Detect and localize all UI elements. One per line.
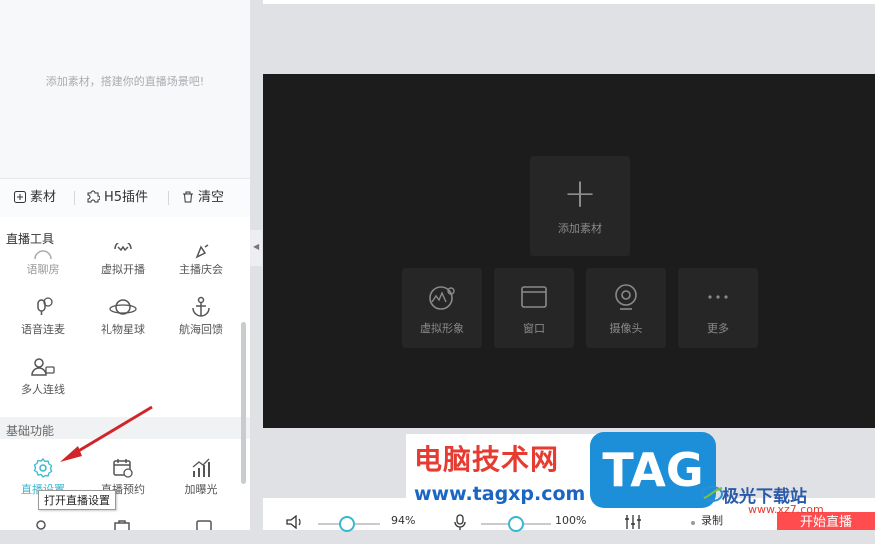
source-window[interactable]: 窗口 — [494, 268, 574, 348]
speaker-icon[interactable] — [285, 515, 305, 529]
tool-anchor-party[interactable]: 主播庆会 — [166, 243, 236, 277]
watermark-site-url: www.tagxp.com — [414, 483, 586, 505]
preview-canvas[interactable]: + 添加素材 虚拟形象 窗口 摄像头 更多 — [263, 74, 875, 428]
tool-virtual-live[interactable]: 虚拟开播 — [88, 243, 158, 277]
tool-gift-planet[interactable]: 礼物星球 — [88, 295, 158, 337]
anchor-icon — [192, 296, 210, 317]
briefcase-icon — [114, 520, 130, 530]
puzzle-icon — [87, 190, 101, 203]
gear-icon — [33, 458, 53, 478]
microphone-chat-icon — [37, 297, 53, 315]
voice-room-icon — [34, 250, 52, 259]
toolbar-divider — [168, 191, 169, 205]
tool-boost-exposure[interactable]: 加曝光 — [166, 457, 236, 497]
watermark-site-name: 电脑技术网 — [414, 443, 560, 476]
tool-voice-room[interactable]: 语聊房 — [8, 243, 78, 277]
watermark-tag-badge: TAG — [590, 432, 716, 508]
more-dots-icon — [708, 295, 728, 299]
basic-functions-title: 基础功能 — [6, 424, 55, 438]
source-camera[interactable]: 摄像头 — [586, 268, 666, 348]
h5-plugin-button[interactable]: H5插件 — [86, 179, 148, 217]
plus-icon: + — [563, 171, 597, 217]
toolbar-divider — [74, 191, 75, 205]
trash-icon — [183, 191, 193, 203]
material-toolbar: 素材 H5插件 清空 — [0, 178, 250, 218]
tool-voyage-reward[interactable]: 航海回馈 — [166, 295, 236, 337]
red-annotation-arrow-icon — [60, 405, 153, 462]
collapse-panel-handle[interactable]: ◀ — [250, 230, 262, 266]
clear-button[interactable]: 清空 — [182, 179, 224, 217]
source-virtual-avatar[interactable]: 虚拟形象 — [402, 268, 482, 348]
top-strip — [263, 0, 875, 4]
add-material-tile[interactable]: + 添加素材 — [530, 156, 630, 256]
virtual-avatar-icon — [114, 243, 132, 252]
add-material-button[interactable]: 素材 — [14, 179, 56, 217]
plus-square-icon — [14, 191, 26, 203]
planet-icon — [109, 299, 137, 315]
list-card-icon — [196, 520, 212, 530]
multi-user-camera-icon — [31, 358, 55, 376]
record-dot-icon — [691, 521, 695, 525]
live-settings-tooltip: 打开直播设置 — [38, 490, 116, 510]
empty-scene-tip: 添加素材，搭建你的直播场景吧! — [45, 75, 205, 88]
microphone-icon[interactable] — [453, 514, 467, 530]
mixer-icon[interactable] — [623, 514, 643, 530]
party-popper-icon — [195, 244, 209, 259]
virtual-avatar-icon — [429, 286, 455, 310]
jg-logo-icon — [701, 486, 723, 502]
window-icon — [521, 286, 547, 308]
caret-left-icon: ◀ — [253, 242, 260, 251]
tools-scrollbar[interactable] — [241, 322, 246, 484]
source-more[interactable]: 更多 — [678, 268, 758, 348]
tool-multi-link[interactable]: 多人连线 — [8, 355, 78, 397]
bar-chart-up-icon — [192, 458, 210, 477]
tools-panel: 直播工具 语聊房 虚拟开播 主播庆会 语音连麦 礼物星球 航海回馈 多人连线 基… — [0, 217, 250, 530]
webcam-icon — [615, 284, 637, 310]
users-icon — [36, 520, 46, 530]
watermark-jg-url: www.xz7.com — [748, 503, 824, 516]
tool-voice-link[interactable]: 语音连麦 — [8, 295, 78, 337]
